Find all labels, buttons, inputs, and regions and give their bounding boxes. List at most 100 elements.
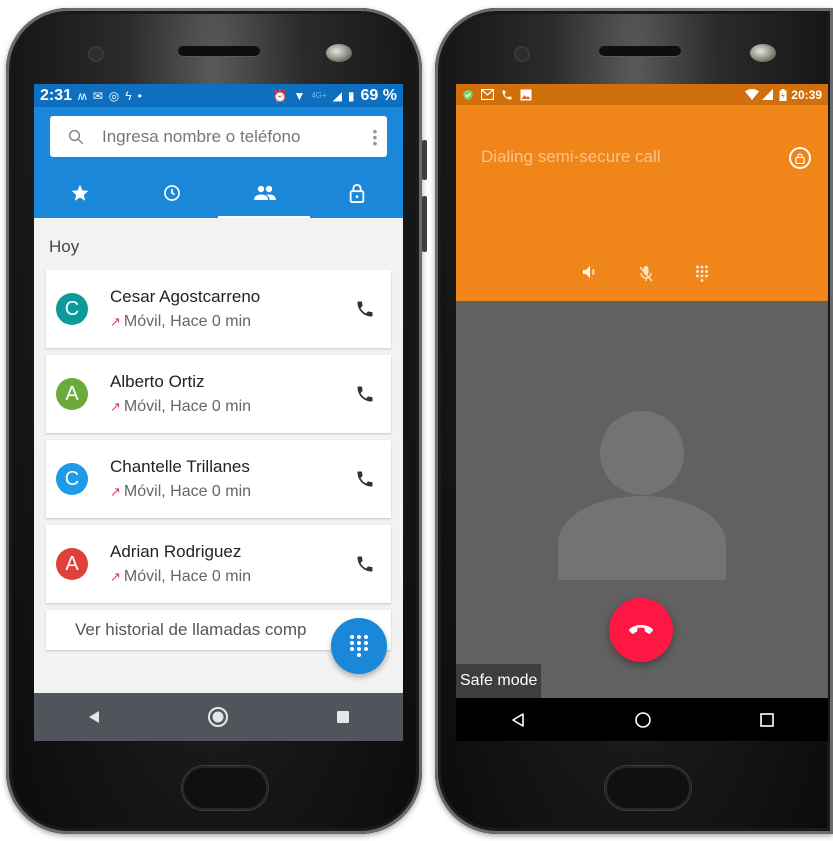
end-call-button[interactable] [609,598,673,662]
call-log-item[interactable]: C Cesar Agostcarreno ↗ Móvil, Hace 0 min [46,270,391,348]
contact-name: Cesar Agostcarreno [110,287,261,306]
signal-icon [762,89,774,100]
dot-icon: • [137,88,142,103]
fingerprint-home-key[interactable] [182,766,268,810]
section-label-today: Hoy [49,237,80,256]
phone-icon [357,556,373,572]
in-call-controls [580,265,712,283]
call-detail: Móvil, Hace 0 min [123,568,252,585]
back-icon[interactable] [87,710,101,724]
phone-icon [357,386,373,402]
speaker-button[interactable] [580,265,600,283]
fingerprint-home-key[interactable] [605,766,691,810]
clock-icon [164,185,181,201]
flash-sensor-icon [750,44,776,62]
status-bar: 20:39 [456,84,828,105]
tab-favorites[interactable] [34,168,126,218]
call-log-item[interactable]: A Adrian Rodriguez ↗ Móvil, Hace 0 min [46,525,391,603]
front-camera-icon [516,48,528,60]
earpiece-speaker [599,46,681,56]
recent-calls-list: C Cesar Agostcarreno ↗ Móvil, Hace 0 min … [34,270,403,603]
tab-contacts[interactable] [219,168,311,218]
battery-icon: ▮ [347,88,355,103]
contact-name: Adrian Rodriguez [110,542,242,561]
contact-placeholder-avatar-icon [558,411,726,580]
alarm-icon: ⏰ [272,88,288,103]
flash-sensor-icon [326,44,352,62]
shield-icon [463,89,473,100]
call-header: Dialing semi-secure call [456,105,828,301]
status-time: 20:39 [791,87,822,102]
mail-icon: ✉ [92,88,103,103]
home-icon[interactable] [207,706,229,728]
lock-icon [349,183,365,203]
dialpad-button[interactable] [692,265,712,283]
phone-icon [357,471,373,487]
call-status-text: Dialing semi-secure call [481,147,661,166]
call-detail: Móvil, Hace 0 min [123,483,252,500]
star-icon [71,184,89,201]
front-camera-icon [90,48,102,60]
search-input[interactable]: Ingresa nombre o teléfono • • • [50,116,387,157]
avatar: C [56,293,88,325]
home-icon[interactable] [634,711,652,729]
hang-up-icon [629,625,653,634]
power-button[interactable] [422,140,427,180]
phone-icon [357,301,373,317]
dialpad-fab-button[interactable] [331,618,387,674]
dialpad-icon [696,265,708,282]
outgoing-call-arrow-icon: ↗ [110,484,121,499]
wifi-icon: ▼ [293,88,306,103]
notification-icon: ʍ [78,88,87,103]
volume-rocker[interactable] [422,196,427,252]
earpiece-speaker [178,46,260,56]
status-bar: 2:31 ʍ ✉ ◎ ϟ • ⏰ ▼ 4G+ ◢ ▮ 69 % [34,84,403,107]
dialer-header: Ingresa nombre o teléfono • • • [34,107,403,218]
call-back-button[interactable] [349,469,381,489]
avatar: C [56,463,88,495]
phone-icon [502,90,512,99]
people-icon [253,185,276,200]
status-time: 2:31 [40,86,73,104]
call-detail: Móvil, Hace 0 min [123,398,252,415]
wifi-icon [745,89,760,100]
dialer-tabs [34,168,403,218]
navigation-bar [456,698,828,741]
call-log-item[interactable]: C Chantelle Trillanes ↗ Móvil, Hace 0 min [46,440,391,518]
safe-mode-label: Safe mode [456,664,542,698]
outgoing-call-arrow-icon: ↗ [110,314,121,329]
call-detail: Móvil, Hace 0 min [123,313,252,330]
overflow-menu-icon[interactable]: • • • [363,124,387,150]
right-incall-screen: 20:39 Dialing semi-secure call Safe mode [456,84,828,741]
signal-icon: ◢ [332,88,342,103]
outgoing-call-arrow-icon: ↗ [110,399,121,414]
recent-apps-icon[interactable] [336,710,350,724]
recent-apps-icon[interactable] [760,712,774,727]
dialpad-icon [350,635,368,657]
battery-percent: 69 % [360,86,397,104]
call-back-button[interactable] [349,384,381,404]
back-icon[interactable] [510,712,526,728]
navigation-bar [34,693,403,741]
image-icon [520,89,532,100]
call-log-item[interactable]: A Alberto Ortiz ↗ Móvil, Hace 0 min [46,355,391,433]
flash-icon: ϟ [125,88,132,103]
avatar: A [56,548,88,580]
instagram-icon: ◎ [108,88,120,103]
contact-name: Chantelle Trillanes [110,457,250,476]
network-type-label: 4G+ [311,91,327,100]
tab-secure[interactable] [311,168,403,218]
contact-name: Alberto Ortiz [110,372,205,391]
search-placeholder: Ingresa nombre o teléfono [102,126,301,146]
mute-button[interactable] [636,265,656,283]
speaker-icon [583,266,595,278]
call-back-button[interactable] [349,299,381,319]
tab-recents[interactable] [126,168,311,218]
outgoing-call-arrow-icon: ↗ [110,569,121,584]
search-icon [50,128,102,146]
secure-lock-icon [789,147,811,169]
left-dialer-screen: 2:31 ʍ ✉ ◎ ϟ • ⏰ ▼ 4G+ ◢ ▮ 69 % Ingresa … [34,84,403,741]
battery-icon [779,88,787,101]
call-back-button[interactable] [349,554,381,574]
mail-icon [481,89,494,100]
